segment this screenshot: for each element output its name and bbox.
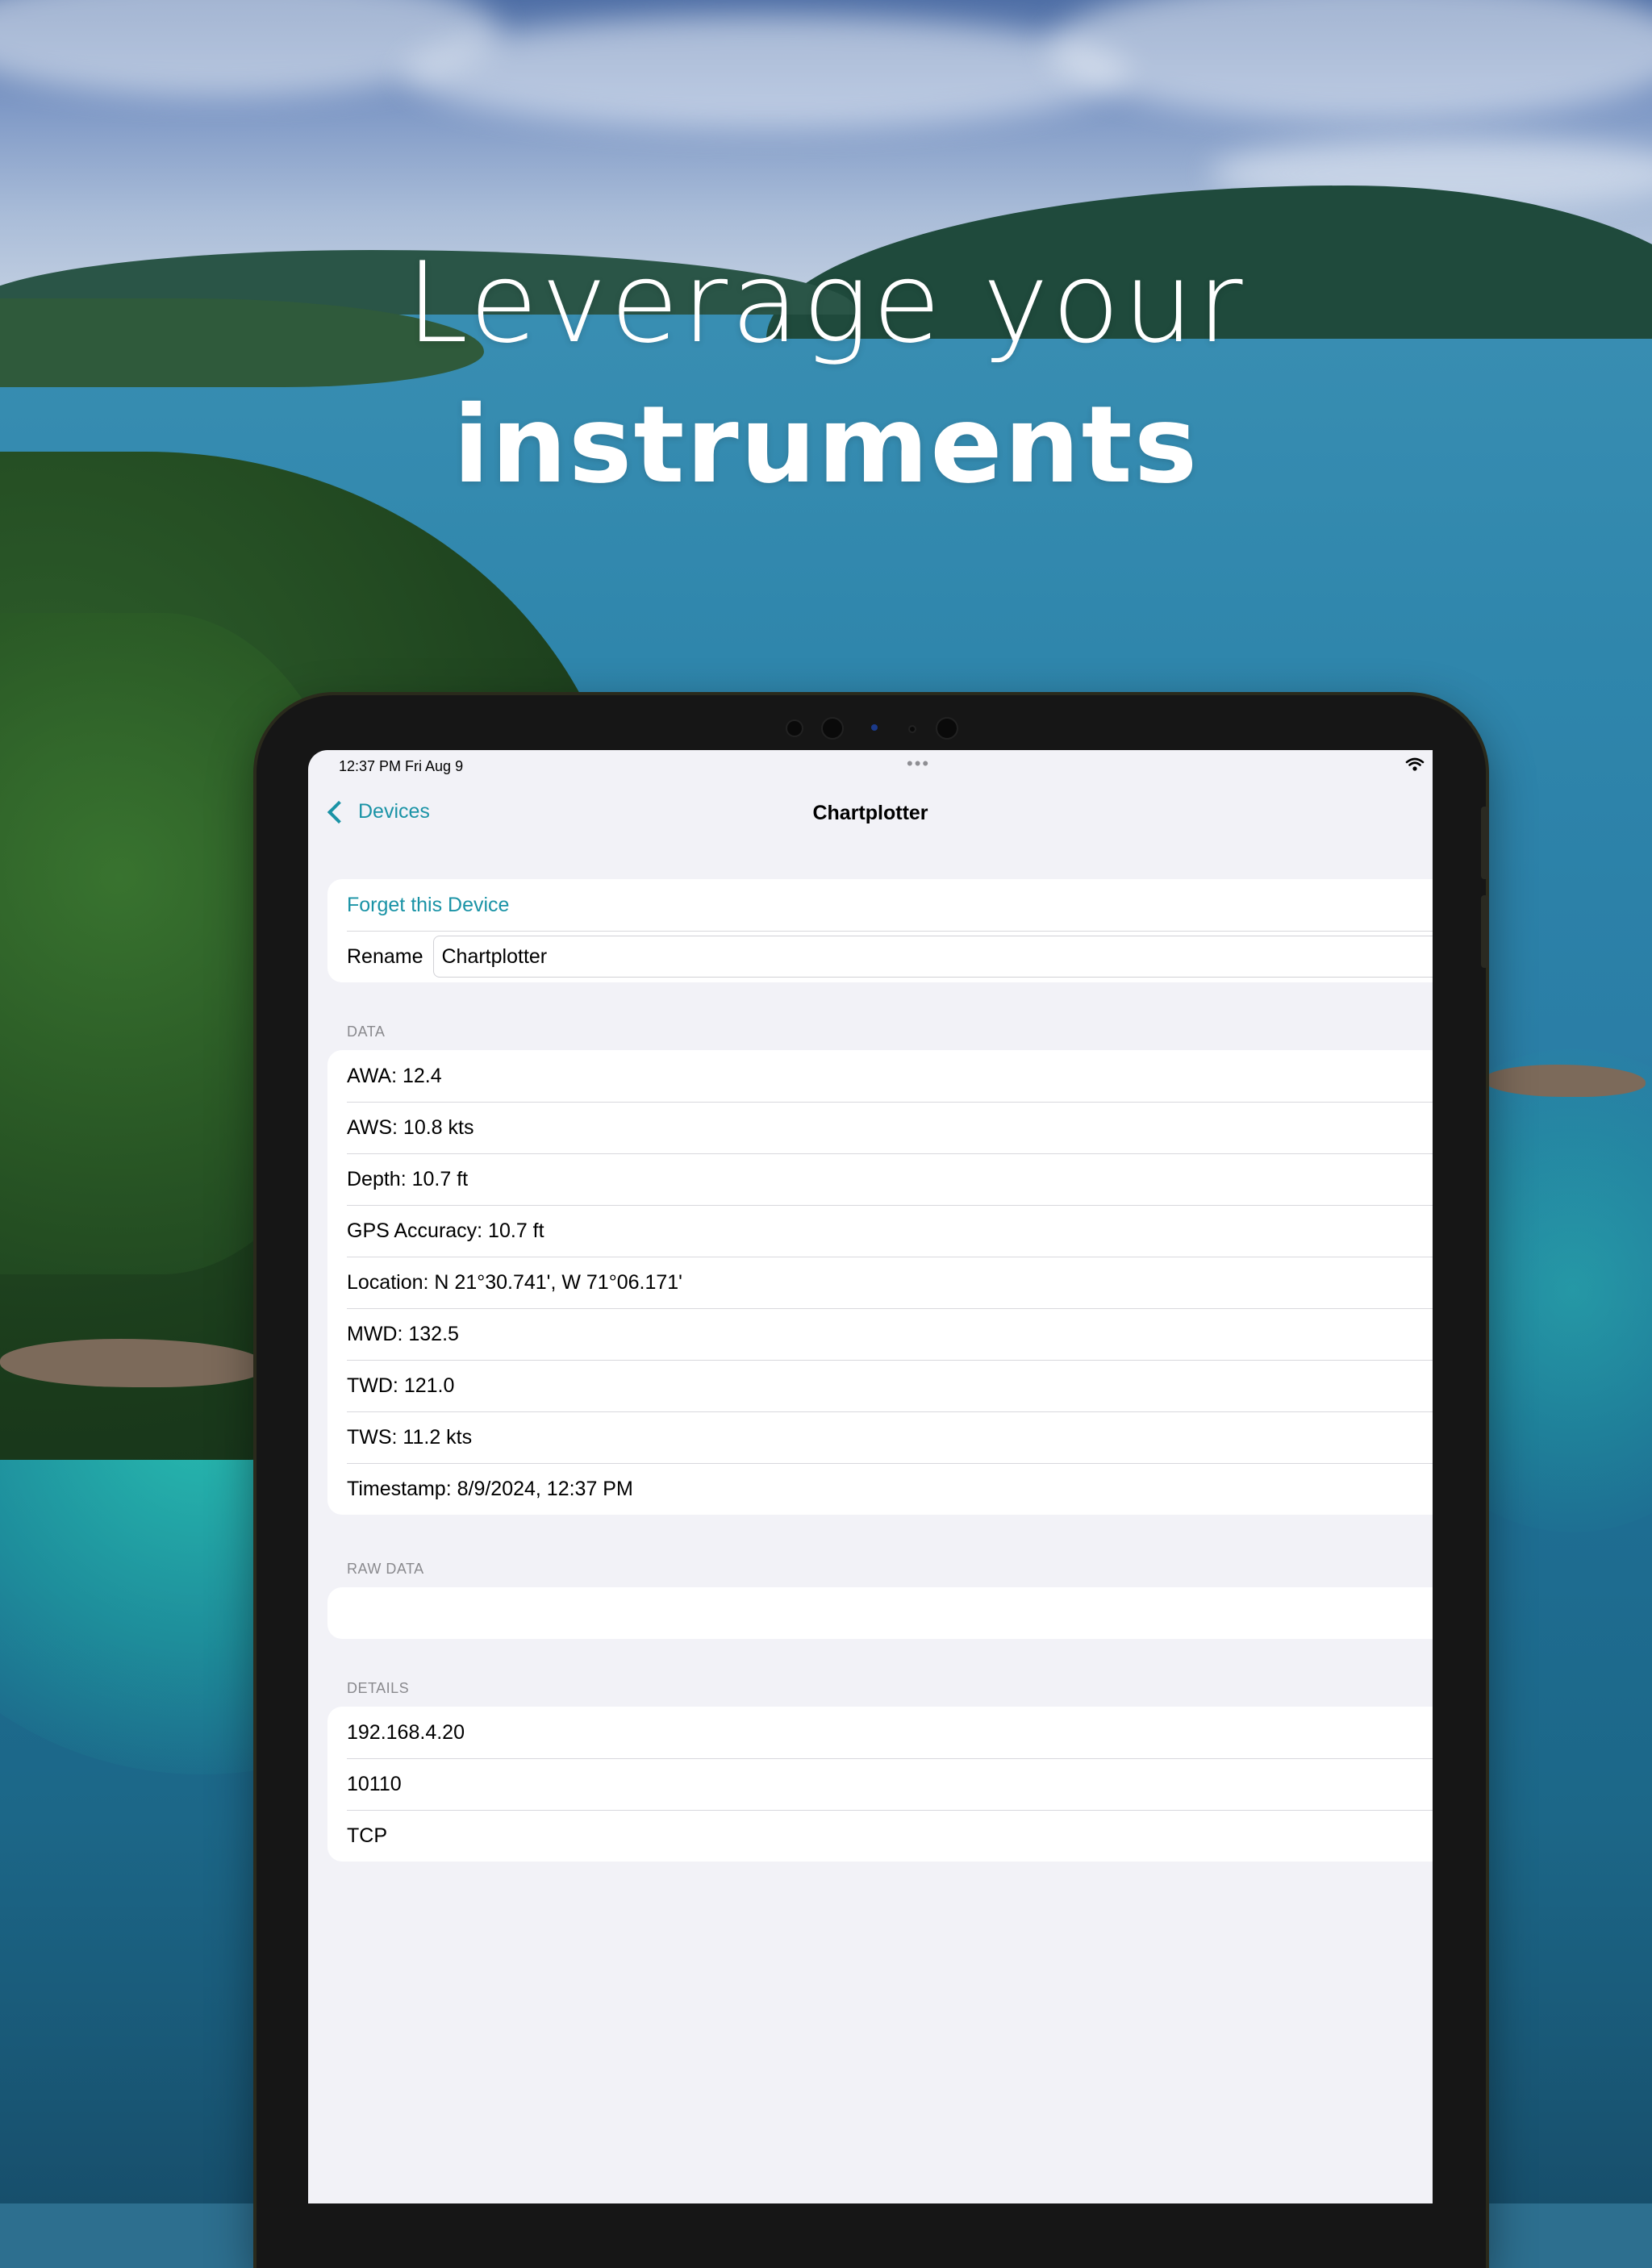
details-row-ip-address: 192.168.4.20 xyxy=(347,1720,465,1744)
data-row-aws: AWS: 10.8 kts xyxy=(327,1102,1433,1153)
data-row-depth: Depth: 10.7 ft xyxy=(327,1153,1433,1205)
camera-lens xyxy=(936,717,958,740)
navigation-bar: Devices Chartplotter xyxy=(308,782,1433,847)
ipad-screen: 12:37 PM Fri Aug 9 ••• Devices Chartplot… xyxy=(308,750,1433,2203)
cloud xyxy=(403,16,1129,129)
raw-data-group xyxy=(327,1587,1433,1639)
section-header-details: DETAILS xyxy=(347,1680,410,1696)
raw-data-row xyxy=(327,1587,1433,1639)
sensor-indicator xyxy=(871,724,878,731)
headline-line-1: Leverage your xyxy=(406,238,1246,368)
volume-button xyxy=(1481,807,1489,879)
section-header-raw-data: RAW DATA xyxy=(347,1561,424,1577)
volume-button xyxy=(1481,895,1489,968)
sensor-dot xyxy=(908,725,916,733)
details-row-protocol: TCP xyxy=(327,1810,1433,1862)
multitasking-icon[interactable]: ••• xyxy=(907,753,930,774)
camera-lens xyxy=(821,717,844,740)
wifi-icon xyxy=(1405,757,1425,775)
details-group: 192.168.4.20 10110 TCP xyxy=(327,1707,1433,1862)
headline-line-2: instruments xyxy=(453,383,1199,507)
data-row-twd: TWD: 121.0 xyxy=(327,1360,1433,1411)
data-row-gps-accuracy: GPS Accuracy: 10.7 ft xyxy=(327,1205,1433,1257)
forget-device-button[interactable]: Forget this Device xyxy=(327,879,1433,931)
data-group: AWA: 12.4 AWS: 10.8 kts Depth: 10.7 ft G… xyxy=(327,1050,1433,1515)
page-title: Chartplotter xyxy=(812,802,928,824)
section-header-data: DATA xyxy=(347,1024,386,1040)
sensor-dot xyxy=(786,719,803,737)
rock xyxy=(1484,1065,1646,1097)
data-row-location: Location: N 21°30.741', W 71°06.171' xyxy=(327,1257,1433,1308)
status-bar: 12:37 PM Fri Aug 9 ••• xyxy=(308,750,1433,782)
device-actions-group: Forget this Device Rename xyxy=(327,879,1433,982)
details-row-port: 10110 xyxy=(327,1758,1433,1810)
rename-row: Rename xyxy=(327,931,1433,982)
rename-label: Rename xyxy=(347,944,423,968)
data-row-tws: TWS: 11.2 kts xyxy=(327,1411,1433,1463)
data-row-timestamp: Timestamp: 8/9/2024, 12:37 PM xyxy=(327,1463,1433,1515)
data-row-mwd: MWD: 132.5 xyxy=(327,1308,1433,1360)
data-row-awa: AWA: 12.4 xyxy=(347,1064,442,1087)
rename-input[interactable] xyxy=(432,936,1433,978)
status-time: 12:37 PM Fri Aug 9 xyxy=(339,758,464,774)
